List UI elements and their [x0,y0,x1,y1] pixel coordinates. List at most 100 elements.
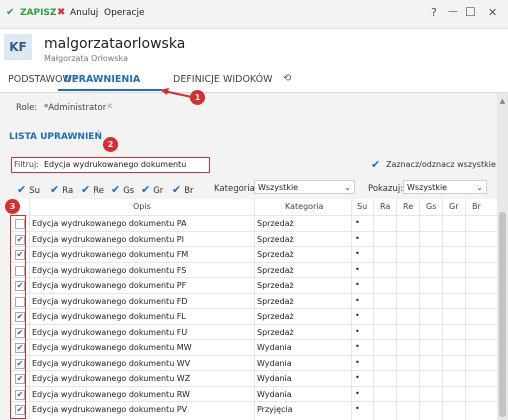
check-icon: ✔ [141,183,151,196]
check-icon: ✔ [50,183,60,196]
row-kategoria: Sprzedaż [257,281,294,290]
table-row[interactable]: ✔ Edycja wydrukowanego dokumentu MW Wydani… [11,339,497,355]
chevron-down-icon: ⌄ [344,183,351,192]
annotation-badge-2: 2 [103,137,118,152]
filter-su-label: Su [29,186,41,196]
row-su-marker: • [355,357,360,367]
close-icon[interactable]: ✕ [488,6,497,19]
help-icon[interactable]: ? [431,6,437,19]
tab-definicje-widokow[interactable]: DEFINICJE WIDOKÓW [173,74,273,85]
filter-gs-label: Gs [123,186,135,196]
row-opis: Edycja wydrukowanego dokumentu FM [32,250,189,259]
minimize-icon[interactable]: — [448,6,458,17]
select-all-checkbox[interactable]: ✔ [371,158,380,171]
row-opis: Edycja wydrukowanego dokumentu FS [32,265,187,275]
filter-ra-label: Ra [62,186,74,196]
row-su-marker: • [355,388,360,398]
table-row[interactable]: Edycja wydrukowanego dokumentu FD Sprzeda… [11,292,497,309]
row-kategoria: Sprzedaż [257,327,294,337]
tab-uprawnienia[interactable]: UPRAWNIENIA [64,74,140,85]
row-opis: Edycja wydrukowanego dokumentu WZ [32,374,191,383]
row-su-marker: • [355,233,360,243]
annotation-badge-3: 3 [5,199,20,214]
row-opis: Edycja wydrukowanego dokumentu FD [32,296,188,306]
column-header-br[interactable]: Br [472,202,481,211]
row-su-marker: • [355,218,360,227]
table-row[interactable]: ✔ Edycja wydrukowanego dokumentu PI Sprzed… [11,230,497,247]
avatar: KF [4,34,32,60]
row-su-marker: • [355,373,360,382]
checkbox-column-highlight [10,215,26,419]
row-su-marker: • [355,249,360,258]
maximize-icon[interactable]: ☐ [465,5,476,19]
row-su-marker: • [355,280,360,289]
chevron-down-icon: ⌄ [476,183,483,192]
table-row[interactable]: ✔ Edycja wydrukowanego dokumentu PF Sprzed… [11,277,497,293]
table-row[interactable]: ✔ Edycja wydrukowanego dokumentu FU Sprzed… [11,323,497,340]
filter-br-label: Br [184,186,194,196]
category-label: Kategoria: [214,184,258,194]
show-select[interactable]: Wszystkie ⌄ [403,180,487,194]
section-title: LISTA UPRAWNIEŃ [9,132,102,142]
check-icon: ✔ [6,7,15,18]
check-icon: ✔ [17,183,27,196]
filter-re-label: Re [93,186,104,196]
filter-input[interactable] [44,158,204,170]
row-su-marker: • [355,295,360,305]
filter-su[interactable]: ✔ Su [17,183,40,196]
column-header-opis[interactable]: Opis [133,202,151,211]
operations-menu[interactable]: Operacje [104,8,145,18]
row-su-marker: • [355,264,360,274]
category-select[interactable]: Wszystkie ⌄ [254,180,355,194]
column-header-ra[interactable]: Ra [380,202,390,211]
filter-label: Filtruj: [14,160,39,169]
row-opis: Edycja wydrukowanego dokumentu PA [32,219,187,228]
table-row[interactable]: ✔ Edycja wydrukowanego dokumentu WV Wydani… [11,354,497,371]
table-row[interactable]: ✔ Edycja wydrukowanego dokumentu PV Przyję… [11,401,497,417]
row-opis: Edycja wydrukowanego dokumentu WV [32,358,191,368]
filter-re[interactable]: ✔ Re [81,183,104,196]
row-opis: Edycja wydrukowanego dokumentu PF [32,281,187,290]
roles-value: *Administrator [44,103,107,113]
row-opis: Edycja wydrukowanego dokumentu RW [32,389,190,399]
table-row[interactable]: Edycja wydrukowanego dokumentu PA Sprzeda… [11,215,497,231]
row-su-marker: • [355,342,360,351]
table-row[interactable]: Edycja wydrukowanego dokumentu FS Sprzeda… [11,261,497,278]
row-kategoria: Sprzedaż [257,219,294,228]
row-opis: Edycja wydrukowanego dokumentu FU [32,327,188,337]
row-opis: Edycja wydrukowanego dokumentu MW [32,343,192,352]
table-row[interactable]: ✔ Edycja wydrukowanego dokumentu WZ Wydani… [11,370,497,386]
save-button[interactable]: ZAPISZ [20,8,56,18]
row-kategoria: Sprzedaż [257,265,294,275]
user-full-name: Małgorzata Orłowska [44,54,128,63]
history-icon[interactable]: ⟲ [283,73,291,84]
filter-ra[interactable]: ✔ Ra [50,183,73,196]
roles-label: Role: [16,103,38,113]
column-header-su[interactable]: Su [357,202,367,211]
column-header-gs[interactable]: Gs [426,202,436,211]
filter-gs[interactable]: ✔ Gs [111,183,134,196]
row-su-marker: • [355,404,360,413]
filter-br[interactable]: ✔ Br [172,183,194,196]
scroll-up-icon[interactable]: ▲ [499,97,506,105]
row-su-marker: • [355,311,360,320]
column-header-kategoria[interactable]: Kategoria [285,202,323,211]
filter-gr[interactable]: ✔ Gr [141,183,163,196]
table-row[interactable]: ✔ Edycja wydrukowanego dokumentu FM Sprzed… [11,246,497,262]
scroll-thumb[interactable] [499,212,506,417]
table-row[interactable]: ✔ Edycja wydrukowanego dokumentu RW Wydani… [11,385,497,402]
row-opis: Edycja wydrukowanego dokumentu FL [32,312,186,321]
show-selected: Wszystkie [407,183,448,192]
table-row[interactable]: ✔ Edycja wydrukowanego dokumentu FL Sprzed… [11,308,497,324]
show-label: Pokazuj: [368,184,404,194]
active-tab-indicator [58,89,162,91]
column-header-re[interactable]: Re [403,202,413,211]
column-header-gr[interactable]: Gr [449,202,459,211]
row-kategoria: Sprzedaż [257,296,294,306]
remove-role-icon[interactable]: ✕ [106,102,114,112]
row-su-marker: • [355,326,360,336]
row-kategoria: Sprzedaż [257,312,294,321]
row-kategoria: Sprzedaż [257,250,294,259]
row-kategoria: Wydania [257,389,292,399]
cancel-button[interactable]: Anuluj [70,8,98,18]
